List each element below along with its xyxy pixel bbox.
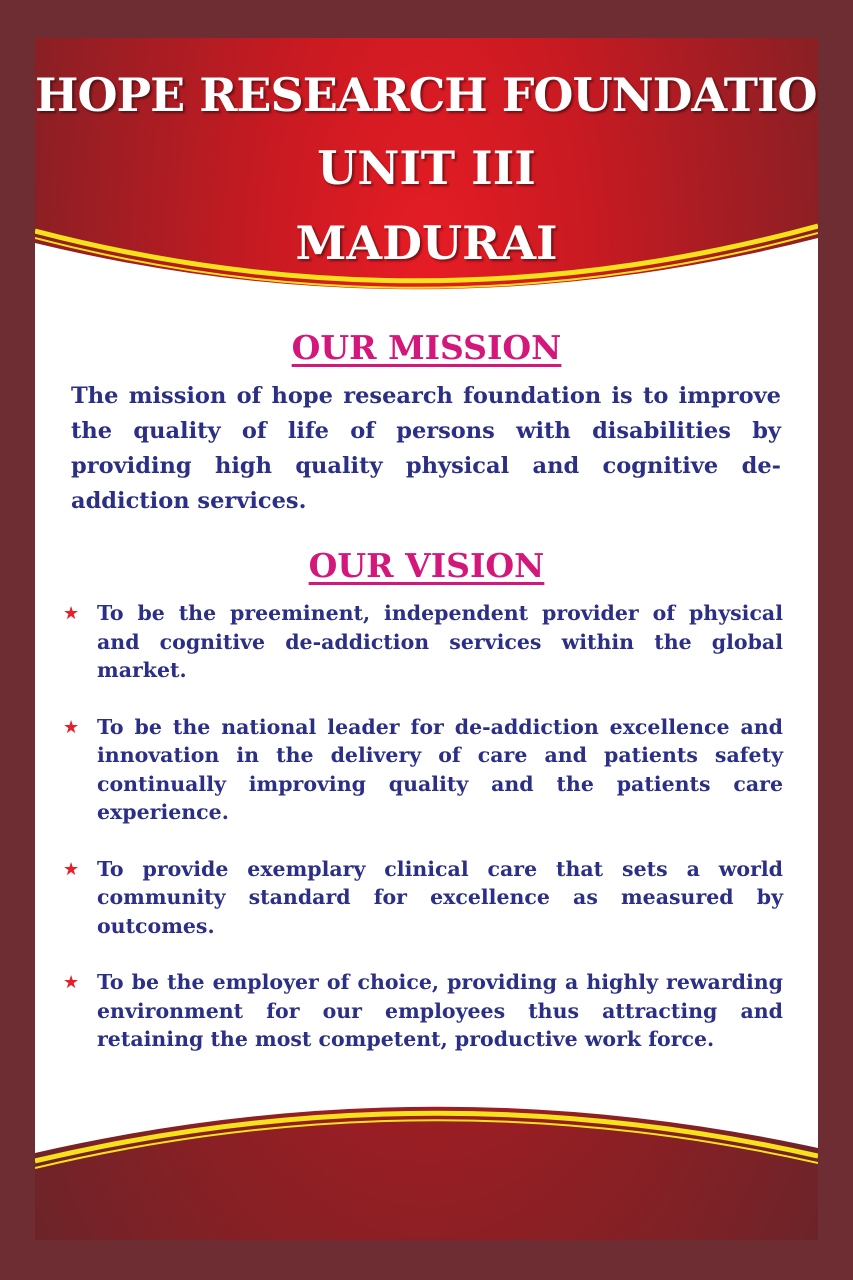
vision-item-text: To be the preeminent, independent provid… xyxy=(97,601,783,682)
vision-item-text: To provide exemplary clinical care that … xyxy=(97,856,783,938)
city-title: MADURAI xyxy=(295,216,558,270)
mission-text: The mission of hope research foundation … xyxy=(71,383,781,514)
vision-heading: OUR VISION xyxy=(308,546,545,585)
vision-item: ★ To be the preeminent, independent prov… xyxy=(63,599,783,685)
star-icon: ★ xyxy=(63,972,80,993)
star-icon: ★ xyxy=(63,716,80,738)
foundation-title: HOPE RESEARCH FOUNDATION xyxy=(35,68,818,122)
mission-heading: OUR MISSION xyxy=(291,328,562,367)
vision-item: ★ To be the employer of choice, providin… xyxy=(63,968,783,1054)
vision-list: ★ To be the preeminent, independent prov… xyxy=(63,599,783,1082)
star-icon: ★ xyxy=(63,603,80,624)
vision-item-text: To be the employer of choice, providing … xyxy=(97,970,783,1051)
unit-title: UNIT III xyxy=(317,141,536,195)
vision-item-text: To be the national leader for de-addicti… xyxy=(97,714,783,825)
poster: HOPE RESEARCH FOUNDATION UNIT III MADURA… xyxy=(35,38,818,1240)
vision-item: ★ To be the national leader for de-addic… xyxy=(63,713,783,827)
star-icon: ★ xyxy=(63,858,80,880)
vision-item: ★ To provide exemplary clinical care tha… xyxy=(63,855,783,941)
